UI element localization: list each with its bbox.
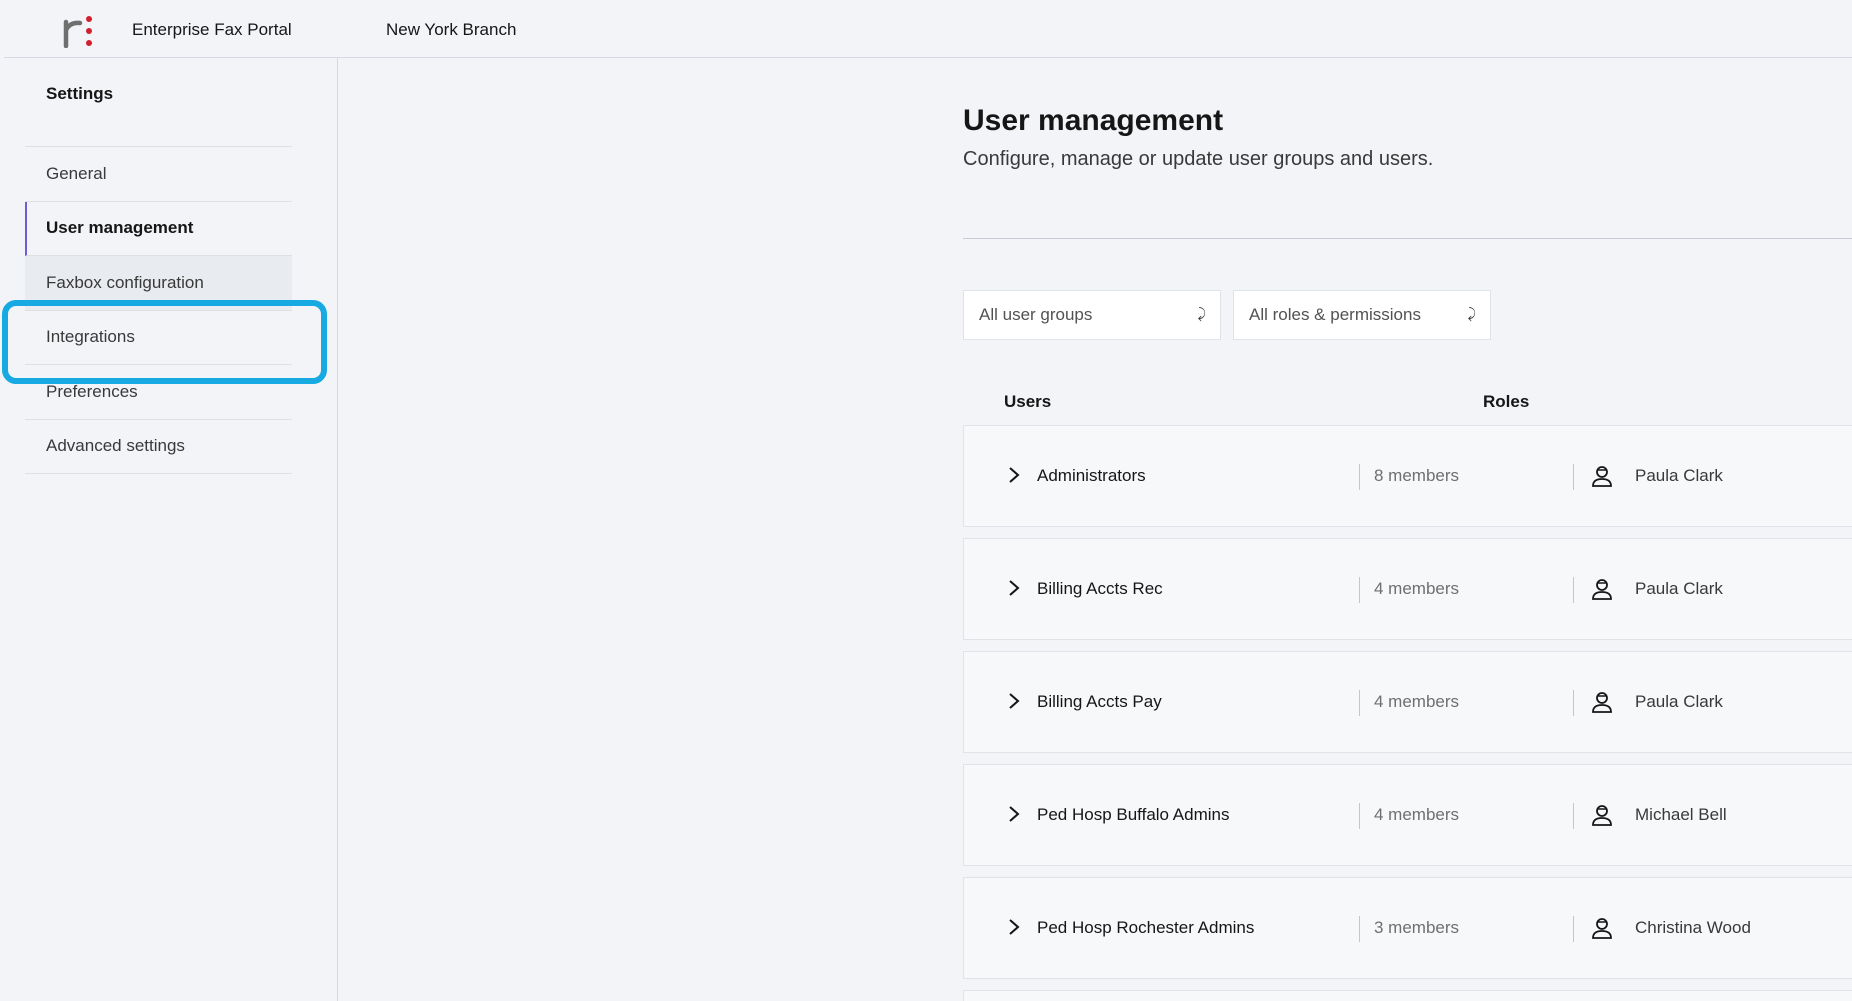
chevron-down-icon: ⤸ <box>1197 305 1206 321</box>
divider <box>1573 464 1574 490</box>
group-owner: Michael Bell <box>1635 805 1727 824</box>
top-bar: Enterprise Fax Portal New York Branch <box>4 0 1852 58</box>
sidebar-item-preferences[interactable]: Preferences <box>25 365 292 420</box>
column-header-roles: Roles <box>1483 392 1530 411</box>
chevron-right-icon[interactable] <box>1004 690 1024 712</box>
brand-logo-icon[interactable] <box>62 12 100 48</box>
group-owner: Paula Clark <box>1635 692 1723 711</box>
sidebar-item-faxbox-configuration[interactable]: Faxbox configuration <box>25 256 292 311</box>
roles-filter-value: All roles & permissions <box>1249 305 1421 324</box>
group-owner: Paula Clark <box>1635 466 1723 485</box>
chevron-right-icon[interactable] <box>1004 916 1024 938</box>
member-count: 4 members <box>1374 579 1460 598</box>
sidebar-item-integrations[interactable]: Integrations <box>25 311 292 365</box>
user-groups-filter[interactable]: All user groups ⤸ <box>963 290 1221 340</box>
divider <box>1573 803 1574 829</box>
sidebar-title: Settings <box>46 84 114 103</box>
sidebar-item-label: General <box>46 163 107 183</box>
user-icon <box>1592 579 1612 600</box>
group-name: Ped Hosp Rochester Admins <box>1037 918 1255 937</box>
member-count: 8 members <box>1374 466 1460 485</box>
group-name: Ped Hosp Buffalo Admins <box>1037 805 1230 824</box>
divider <box>1573 577 1574 603</box>
divider <box>1359 916 1360 942</box>
chevron-right-icon[interactable] <box>1004 464 1024 486</box>
sidebar-item-general[interactable]: General <box>25 147 292 202</box>
branch-name[interactable]: New York Branch <box>386 20 516 40</box>
sidebar-item-label: Preferences <box>46 381 138 401</box>
sidebar-item-label: Advanced settings <box>46 436 185 456</box>
user-group-list: Administrators 8 members Paula Clark Bil… <box>963 425 1852 1001</box>
group-name: Administrators <box>1037 466 1146 485</box>
member-count: 4 members <box>1374 692 1460 711</box>
table-row[interactable]: Ped Hosp Rochester Admins 3 members Chri… <box>963 877 1852 979</box>
app-title[interactable]: Enterprise Fax Portal <box>132 20 292 40</box>
chevron-right-icon[interactable] <box>1004 803 1024 825</box>
group-owner: Paula Clark <box>1635 579 1723 598</box>
page-title: User management <box>963 104 1224 137</box>
divider <box>1359 690 1360 716</box>
settings-nav: General User management Faxbox configura… <box>25 146 292 474</box>
sidebar-item-label: Integrations <box>46 327 135 347</box>
roles-filter[interactable]: All roles & permissions ⤸ <box>1233 290 1491 340</box>
sidebar-item-advanced-settings[interactable]: Advanced settings <box>25 420 292 474</box>
user-icon <box>1592 466 1612 487</box>
member-count: 3 members <box>1374 918 1460 937</box>
member-count: 4 members <box>1374 805 1460 824</box>
group-name: Billing Accts Rec <box>1037 579 1163 598</box>
table-row[interactable]: Ped Hosp Buffalo Admins 4 members Michae… <box>963 764 1852 866</box>
page-subtitle: Configure, manage or update user groups … <box>963 148 1434 170</box>
group-name: Billing Accts Pay <box>1037 692 1162 711</box>
group-owner: Christina Wood <box>1635 918 1751 937</box>
sidebar-item-label: Faxbox configuration <box>46 272 204 292</box>
divider <box>963 238 1852 239</box>
table-row[interactable]: Billing Accts Rec 4 members Paula Clark <box>963 538 1852 640</box>
column-header-users: Users <box>1004 392 1052 411</box>
user-icon <box>1592 805 1612 826</box>
sidebar-item-user-management[interactable]: User management <box>25 201 292 256</box>
chevron-down-icon: ⤸ <box>1467 305 1476 321</box>
user-groups-filter-value: All user groups <box>979 305 1093 324</box>
table-row[interactable]: Billing Accts Pay 4 members Paula Clark <box>963 651 1852 753</box>
divider <box>1359 803 1360 829</box>
user-icon <box>1592 692 1612 713</box>
chevron-right-icon[interactable] <box>1004 577 1024 599</box>
user-icon <box>1592 918 1612 939</box>
table-row[interactable]: Administrators 8 members Paula Clark <box>963 425 1852 527</box>
sidebar-item-label: User management <box>46 218 194 238</box>
divider <box>1359 577 1360 603</box>
table-row[interactable] <box>963 990 1852 1001</box>
divider <box>1573 916 1574 942</box>
main-content: User management Configure, manage or upd… <box>338 58 1852 1001</box>
divider <box>1359 464 1360 490</box>
divider <box>1573 690 1574 716</box>
